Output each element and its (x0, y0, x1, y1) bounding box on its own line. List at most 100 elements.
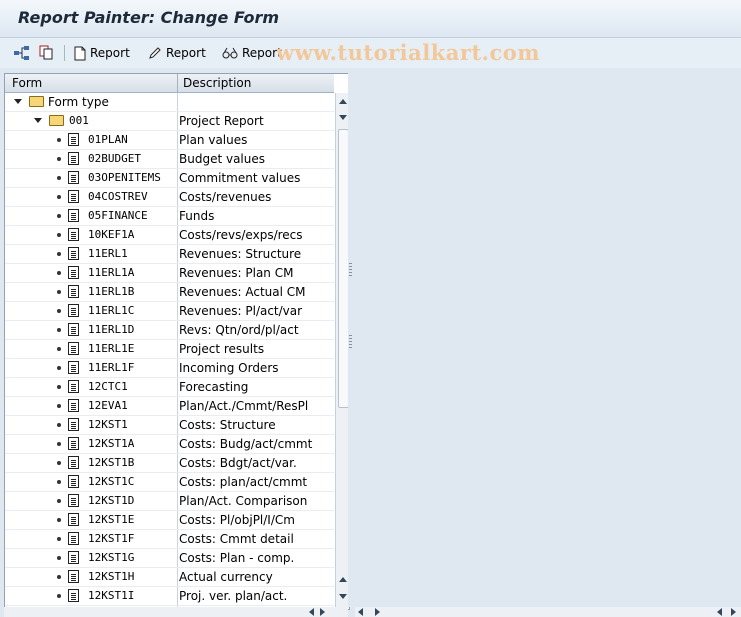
splitter-grip[interactable] (349, 335, 352, 349)
tree-node-form[interactable]: 12KST1C Costs: plan/act/cmmt (5, 473, 334, 492)
form-description: Costs: Bdgt/act/var. (179, 456, 297, 470)
tree-node-form[interactable]: 12KST1I Proj. ver. plan/act. (5, 587, 334, 606)
form-name: 12KST1D (88, 494, 135, 507)
form-name: 11ERL1B (88, 285, 135, 298)
form-description: Costs: Structure (179, 418, 276, 432)
form-description: Funds (179, 209, 215, 223)
column-divider[interactable] (177, 74, 178, 92)
hierarchy-icon[interactable] (13, 45, 31, 61)
scroll-down-icon[interactable] (339, 115, 347, 120)
tree-header: Form Description (5, 74, 334, 93)
document-icon (68, 570, 79, 583)
tree-node-form[interactable]: 10KEF1A Costs/revs/exps/recs (5, 226, 334, 245)
form-name: 11ERL1 (88, 247, 128, 260)
form-name: 12KST1G (88, 551, 135, 564)
splitter-grip[interactable] (349, 263, 352, 277)
form-description: Proj. ver. plan/act. (179, 589, 288, 603)
form-description: Revenues: Structure (179, 247, 302, 261)
tree-node-form[interactable]: 11ERL1A Revenues: Plan CM (5, 264, 334, 283)
tree-node-form[interactable]: 12EVA1 Plan/Act./Cmmt/ResPl (5, 397, 334, 416)
form-name: 12CTC1 (88, 380, 128, 393)
document-icon (68, 513, 79, 526)
tree-node-form[interactable]: 02BUDGET Budget values (5, 150, 334, 169)
expand-arrow-icon[interactable] (14, 99, 22, 104)
form-name: 04COSTREV (88, 190, 148, 203)
document-icon (68, 437, 79, 450)
form-name: 12KST1C (88, 475, 135, 488)
tree-node-form[interactable]: 12CTC1 Forecasting (5, 378, 334, 397)
tree-node-root[interactable]: Form type (5, 93, 334, 112)
document-icon (68, 209, 79, 222)
column-header-form[interactable]: Form (12, 76, 42, 90)
title-bar: Report Painter: Change Form (0, 0, 741, 38)
form-description: Costs: plan/act/cmmt (179, 475, 308, 489)
bullet-icon (57, 594, 61, 598)
form-description: Plan values (179, 133, 248, 147)
scroll-up-icon[interactable] (339, 99, 347, 104)
folder-icon (29, 96, 44, 107)
window-title: Report Painter: Change Form (18, 8, 280, 27)
tree-node-description: Project Report (179, 114, 264, 128)
tree-horizontal-scrollbar[interactable] (4, 607, 348, 617)
tree-node-form[interactable]: 11ERL1D Revs: Qtn/ord/pl/act (5, 321, 334, 340)
tree-node-form[interactable]: 12KST1 Costs: Structure (5, 416, 334, 435)
column-header-description[interactable]: Description (183, 76, 251, 90)
form-name: 01PLAN (88, 133, 128, 146)
tree-node-form[interactable]: 12KST1B Costs: Bdgt/act/var. (5, 454, 334, 473)
tree-node-form[interactable]: 11ERL1E Project results (5, 340, 334, 359)
document-icon (68, 532, 79, 545)
change-report-button[interactable]: Report (148, 44, 206, 62)
tree-node-form[interactable]: 12KST1F Costs: Cmmt detail (5, 530, 334, 549)
scroll-right-icon[interactable] (375, 608, 380, 616)
tree-node-form[interactable]: 11ERL1 Revenues: Structure (5, 245, 334, 264)
copy-icon[interactable] (38, 45, 56, 61)
scroll-left-icon[interactable] (358, 608, 363, 616)
scroll-up-icon[interactable] (339, 577, 347, 582)
form-name: 11ERL1D (88, 323, 135, 336)
tree-node-group[interactable]: 001 Project Report (5, 112, 334, 131)
tree-node-form[interactable]: 11ERL1F Incoming Orders (5, 359, 334, 378)
document-icon (68, 247, 79, 260)
pane-splitter[interactable] (348, 73, 354, 607)
scroll-left-icon[interactable] (309, 608, 314, 616)
document-icon (68, 285, 79, 298)
document-icon (68, 551, 79, 564)
form-name: 11ERL1E (88, 342, 135, 355)
form-name: 11ERL1F (88, 361, 135, 374)
form-name: 10KEF1A (88, 228, 135, 241)
document-icon (68, 456, 79, 469)
tree-node-form[interactable]: 12KST1A Costs: Budg/act/cmmt (5, 435, 334, 454)
scroll-right-icon[interactable] (731, 608, 736, 616)
scroll-right-icon[interactable] (320, 608, 325, 616)
tree-node-form[interactable]: 03OPENITEMS Commitment values (5, 169, 334, 188)
tree-node-form[interactable]: 05FINANCE Funds (5, 207, 334, 226)
form-description: Commitment values (179, 171, 301, 185)
form-description: Costs: Budg/act/cmmt (179, 437, 313, 451)
form-name: 12KST1E (88, 513, 135, 526)
tree-node-form[interactable]: 12KST1E Costs: Pl/objPl/I/Cm (5, 511, 334, 530)
folder-icon (49, 115, 64, 126)
bullet-icon (57, 290, 61, 294)
form-name: 12KST1H (88, 570, 135, 583)
scroll-down-icon[interactable] (339, 594, 347, 599)
scroll-left-icon[interactable] (717, 608, 722, 616)
tree-node-form[interactable]: 12KST1D Plan/Act. Comparison (5, 492, 334, 511)
tree-node-form[interactable]: 04COSTREV Costs/revenues (5, 188, 334, 207)
tree-node-form[interactable]: 12KST1G Costs: Plan - comp. (5, 549, 334, 568)
create-report-label: Report (90, 46, 130, 60)
right-horizontal-scrollbar[interactable] (355, 607, 741, 617)
tree-node-form[interactable]: 12KST1H Actual currency (5, 568, 334, 587)
bullet-icon (57, 461, 61, 465)
form-description: Incoming Orders (179, 361, 279, 375)
form-description: Forecasting (179, 380, 249, 394)
create-report-button[interactable]: Report (74, 44, 130, 62)
tree-node-form[interactable]: 01PLAN Plan values (5, 131, 334, 150)
form-description: Costs: Cmmt detail (179, 532, 294, 546)
tree-node-label: 001 (69, 114, 89, 127)
document-icon (74, 46, 86, 60)
expand-arrow-icon[interactable] (34, 118, 42, 123)
display-report-button[interactable]: Report (222, 44, 282, 62)
form-description: Actual currency (179, 570, 273, 584)
tree-node-form[interactable]: 11ERL1C Revenues: Pl/act/var (5, 302, 334, 321)
tree-node-form[interactable]: 11ERL1B Revenues: Actual CM (5, 283, 334, 302)
